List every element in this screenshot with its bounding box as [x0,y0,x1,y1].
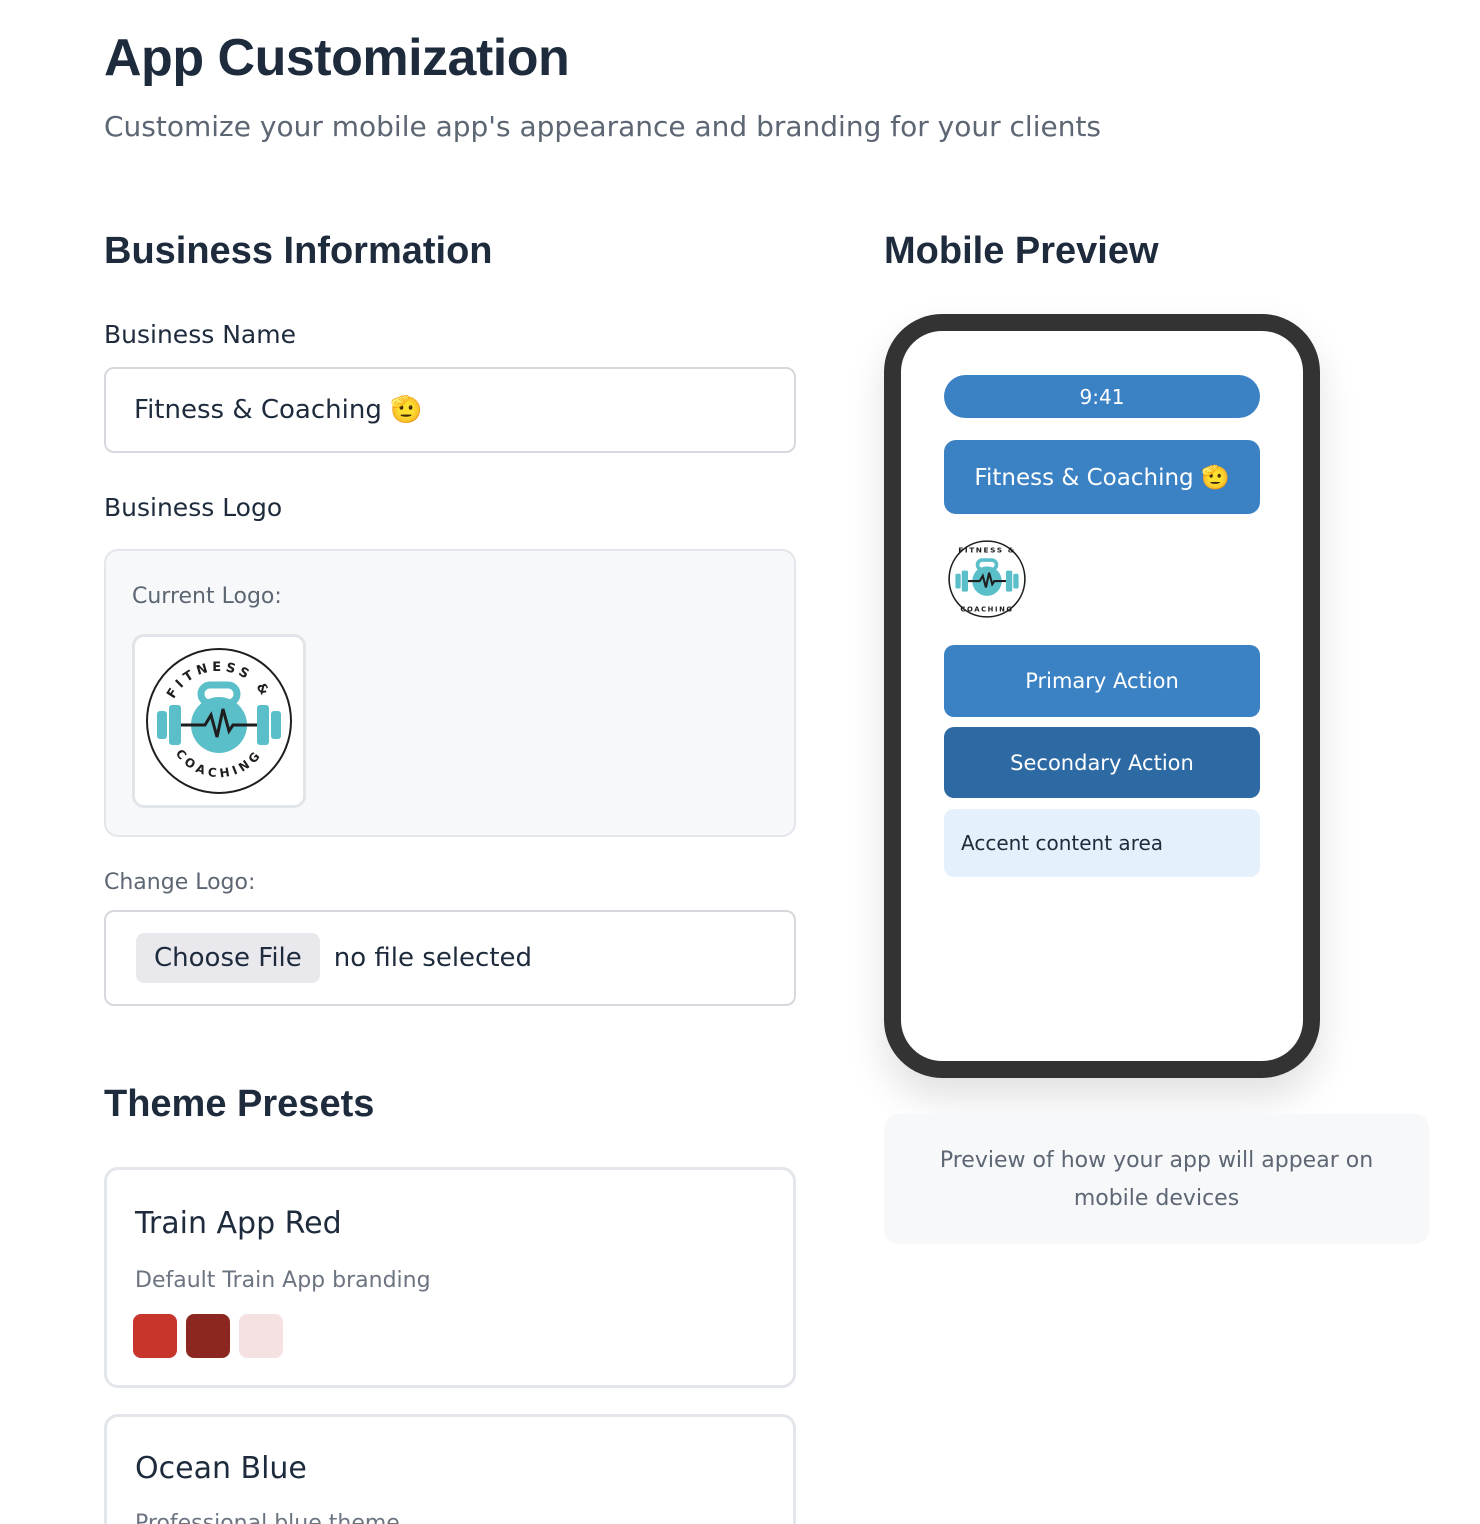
current-logo-thumbnail: FITNESS & COACHING [132,634,306,808]
mobile-preview-heading: Mobile Preview [884,230,1159,272]
preview-accent-text: Accent content area [961,831,1164,855]
current-logo-label: Current Logo: [132,584,282,609]
theme-presets-heading: Theme Presets [104,1083,375,1125]
status-time: 9:41 [1079,384,1125,409]
preset-name: Train App Red [135,1206,342,1241]
preview-secondary-label: Secondary Action [1010,750,1194,775]
page-subtitle: Customize your mobile app's appearance a… [104,110,1102,143]
preset-card-train-app-red[interactable]: Train App Red Default Train App branding [104,1167,796,1388]
preview-note: Preview of how your app will appear on m… [884,1114,1429,1244]
swatch-primary [133,1314,177,1358]
change-logo-label: Change Logo: [104,870,256,895]
preview-app-header: Fitness & Coaching 🫡 [944,440,1260,514]
business-info-heading: Business Information [104,230,493,272]
choose-file-button[interactable]: Choose File [136,933,320,983]
preset-name: Ocean Blue [135,1451,307,1486]
preview-secondary-button[interactable]: Secondary Action [944,727,1260,798]
preset-description: Default Train App branding [135,1268,431,1293]
preview-primary-button[interactable]: Primary Action [944,645,1260,717]
page-title: App Customization [104,29,570,87]
fitness-logo-image: FITNESS & COACHING [146,648,292,794]
preview-logo-top-text: FITNESS & [958,546,1015,555]
preset-description: Professional blue theme [135,1511,400,1524]
swatch-secondary [186,1314,230,1358]
preview-note-text: Preview of how your app will appear on m… [939,1148,1374,1211]
preview-primary-label: Primary Action [1025,669,1179,693]
preview-logo-image: FITNESS & COACHING [948,540,1026,618]
business-name-value: Fitness & Coaching 🫡 [134,395,423,425]
logo-file-input[interactable]: Choose File no file selected [104,910,796,1006]
preview-status-bar: 9:41 [944,375,1260,418]
preset-card-ocean-blue[interactable]: Ocean Blue Professional blue theme [104,1414,796,1524]
swatch-accent [239,1314,283,1358]
business-name-label: Business Name [104,320,296,349]
preview-logo-bottom-text: COACHING [960,606,1013,614]
preview-app-title: Fitness & Coaching 🫡 [974,464,1230,491]
business-logo-label: Business Logo [104,493,283,522]
file-status-text: no file selected [333,943,533,973]
business-name-input[interactable]: Fitness & Coaching 🫡 [104,367,796,453]
preview-accent-area: Accent content area [944,809,1260,877]
